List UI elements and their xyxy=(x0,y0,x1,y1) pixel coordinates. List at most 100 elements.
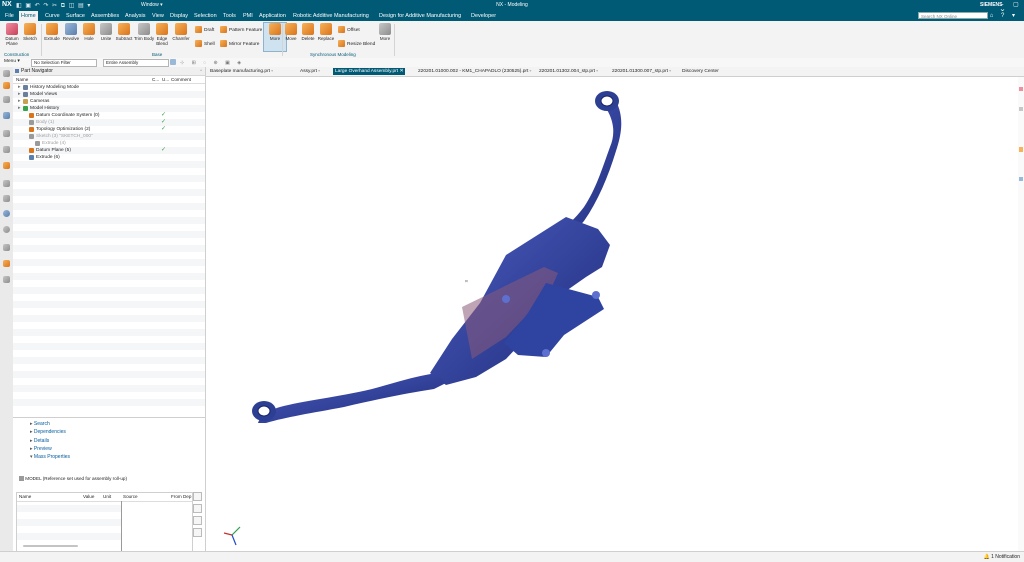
sync-more-button[interactable]: More xyxy=(374,23,396,41)
menu-application[interactable]: Application xyxy=(259,13,286,19)
menu-dropdown[interactable]: Menu ▾ xyxy=(4,59,20,64)
draft-button[interactable]: Draft xyxy=(195,26,214,33)
help-icons[interactable]: ⌂ ? ▾ xyxy=(990,12,1018,19)
document-icon[interactable] xyxy=(193,504,202,513)
resize-blend-button[interactable]: Resize Blend xyxy=(338,40,375,47)
tree-row[interactable]: Topology Optimization (2) ✓ xyxy=(13,126,205,133)
selection-scope-dropdown[interactable]: Entire Assembly xyxy=(103,59,169,67)
marker-icon[interactable] xyxy=(1019,107,1023,111)
part-navigator-icon[interactable] xyxy=(3,112,10,119)
panel-mass-properties[interactable]: Mass Properties xyxy=(30,453,70,461)
panel-details[interactable]: Details xyxy=(30,437,49,445)
history-icon[interactable] xyxy=(3,180,10,187)
expand-icon[interactable]: ▸ xyxy=(18,91,20,98)
marker-icon[interactable] xyxy=(1019,177,1023,181)
select-all-icon[interactable] xyxy=(170,59,176,65)
offset-button[interactable]: Offset xyxy=(338,26,360,33)
col-name[interactable]: Name xyxy=(16,77,28,82)
tab-large-overhand[interactable]: Large Overhand Assembly.prt ✕ xyxy=(333,68,406,75)
menu-home[interactable]: Home xyxy=(19,11,38,21)
overhand-assembly-model[interactable]: ⌗ xyxy=(252,91,622,423)
tab-discovery-center[interactable]: Discovery Center xyxy=(680,68,721,75)
expand-icon[interactable]: ▸ xyxy=(18,98,20,105)
hd3d-tools-icon[interactable] xyxy=(3,146,10,153)
tree-row[interactable]: Extrude (4) xyxy=(13,140,205,147)
tools-icon[interactable] xyxy=(3,244,10,251)
expand-icon[interactable]: ▸ xyxy=(18,105,20,112)
selection-filter-dropdown[interactable]: No Selection Filter xyxy=(31,59,97,67)
horizontal-scrollbar[interactable] xyxy=(23,545,78,547)
subtract-button[interactable]: Subtract xyxy=(113,23,135,41)
roles-icon[interactable] xyxy=(3,260,10,267)
sheet-icon[interactable] xyxy=(193,516,202,525)
graphics-window[interactable]: ⌗ xyxy=(206,77,1018,551)
menu-assemblies[interactable]: Assemblies xyxy=(91,13,119,19)
globe-icon[interactable] xyxy=(3,210,10,217)
marker-icon[interactable] xyxy=(1019,147,1023,152)
mirror-feature-button[interactable]: Mirror Feature xyxy=(220,40,259,47)
marker-icon[interactable] xyxy=(1019,87,1023,91)
mass-col-unit[interactable]: Unit xyxy=(103,494,111,499)
navigator-icon[interactable] xyxy=(3,70,10,77)
process-studio-icon[interactable] xyxy=(3,195,10,202)
tab-chapadlo[interactable]: 220201.01000.002 - KM1_CHAPADLO (230525)… xyxy=(416,68,533,75)
tree-row[interactable]: ▸ Model Views xyxy=(13,91,205,98)
menu-dfam[interactable]: Design for Additive Manufacturing xyxy=(379,13,461,19)
menu-surface[interactable]: Surface xyxy=(66,13,85,19)
web-browser-icon[interactable] xyxy=(3,162,10,169)
menu-view[interactable]: View xyxy=(152,13,164,19)
add-icon[interactable] xyxy=(193,492,202,501)
panel-dependencies[interactable]: Dependencies xyxy=(30,428,66,436)
notification-indicator[interactable]: 🔔 1 Notification xyxy=(983,554,1020,560)
col-uptodate[interactable]: U... xyxy=(162,77,169,82)
menu-file[interactable]: File xyxy=(5,13,14,19)
command-search-input[interactable]: Search NX Online xyxy=(918,12,988,19)
constraint-navigator-icon[interactable] xyxy=(3,96,10,103)
tree-row[interactable]: Datum Plane (5) ✓ xyxy=(13,147,205,154)
menu-developer[interactable]: Developer xyxy=(471,13,496,19)
model-viewport[interactable]: ⌗ xyxy=(206,77,1018,551)
export-icon[interactable] xyxy=(193,528,202,537)
mass-table-splitter[interactable] xyxy=(121,501,122,553)
shell-button[interactable]: Shell xyxy=(195,40,215,47)
replace-button[interactable]: Replace xyxy=(315,23,337,41)
tree-row[interactable]: Body (1) ✓ xyxy=(13,119,205,126)
panel-search[interactable]: Search xyxy=(30,420,50,428)
mass-col-name[interactable]: Name xyxy=(19,494,31,499)
chamfer-button[interactable]: Chamfer xyxy=(170,23,192,41)
tree-row[interactable]: ▸ Model History xyxy=(13,105,205,112)
assembly-navigator-icon[interactable] xyxy=(3,82,10,89)
reuse-library-icon[interactable] xyxy=(3,130,10,137)
view-triad[interactable] xyxy=(223,526,241,546)
menu-analysis[interactable]: Analysis xyxy=(125,13,145,19)
menu-pmi[interactable]: PMI xyxy=(243,13,253,19)
panel-preview[interactable]: Preview xyxy=(30,445,52,453)
menu-curve[interactable]: Curve xyxy=(45,13,60,19)
clock-icon[interactable] xyxy=(3,226,10,233)
menu-display[interactable]: Display xyxy=(170,13,188,19)
sketch-button[interactable]: Sketch xyxy=(19,23,41,41)
mass-col-source[interactable]: Source xyxy=(123,494,138,499)
close-icon[interactable]: ▫ xyxy=(200,68,202,74)
mass-col-value[interactable]: Value xyxy=(83,494,94,499)
col-current[interactable]: C... xyxy=(152,77,159,82)
expand-icon[interactable]: ▸ xyxy=(18,84,20,91)
mass-col-from-dep[interactable]: From Dep xyxy=(171,494,191,499)
menu-robotic-am[interactable]: Robotic Additive Manufacturing xyxy=(293,13,369,19)
tree-row[interactable]: Extrude (6) xyxy=(13,154,205,161)
pattern-feature-button[interactable]: Pattern Feature xyxy=(220,26,262,33)
system-scenes-icon[interactable] xyxy=(3,276,10,283)
tab-baseplate[interactable]: Baseplate manufacturing.prt ▫ xyxy=(208,68,275,75)
tree-row[interactable]: ▸ Cameras xyxy=(13,98,205,105)
tab-01302[interactable]: 220201.01302.004_stp.prt ▫ xyxy=(537,68,600,75)
tree-row[interactable]: ▸ History Modeling Mode xyxy=(13,84,205,91)
tab-01300[interactable]: 220201.01300.007_stp.prt ▫ xyxy=(610,68,673,75)
tree-row[interactable]: Datum Coordinate System (0) ✓ xyxy=(13,112,205,119)
triad-y-axis xyxy=(231,526,241,536)
snap-icons[interactable]: ⊹ ⊞ ◌ ⊕ ▣ ◈ xyxy=(180,60,244,66)
tab-assy[interactable]: Assy.prt ▫ xyxy=(298,68,322,75)
tree-row[interactable]: Sketch (3) "SKETCH_000" xyxy=(13,133,205,140)
col-comment[interactable]: Comment xyxy=(171,77,191,82)
menu-tools[interactable]: Tools xyxy=(223,13,236,19)
menu-selection[interactable]: Selection xyxy=(194,13,217,19)
